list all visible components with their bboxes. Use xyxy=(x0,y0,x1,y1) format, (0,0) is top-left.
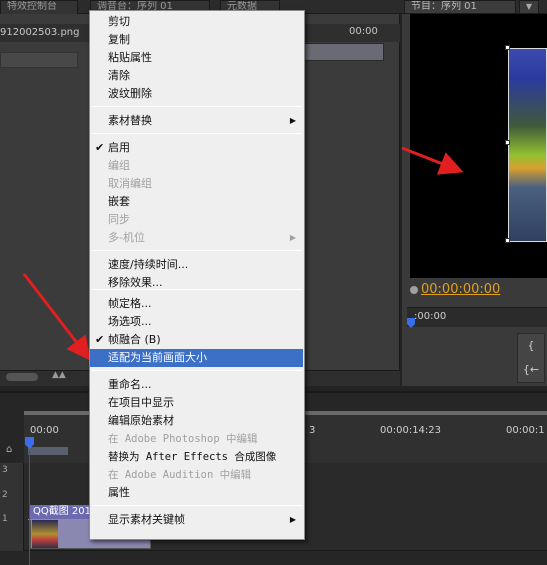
menu-item-12[interactable]: 速度/持续时间... xyxy=(90,256,304,274)
menu-item-4[interactable]: 波纹删除 xyxy=(90,85,304,103)
goto-in-button[interactable]: {← xyxy=(518,358,544,382)
menu-separator xyxy=(92,370,302,371)
menu-item-label: 复制 xyxy=(108,33,130,46)
effect-timeline-clip[interactable] xyxy=(300,43,384,61)
submenu-arrow-icon: ▶ xyxy=(289,515,296,524)
mountain-icon[interactable]: ▲▲ xyxy=(52,370,68,380)
submenu-arrow-icon: ▶ xyxy=(289,233,296,242)
menu-separator xyxy=(92,133,302,134)
menu-item-11: 多-机位 ▶ xyxy=(90,229,304,247)
menu-item-23: 在 Adobe Audition 中编辑 xyxy=(90,466,304,484)
work-area-range[interactable] xyxy=(28,447,68,455)
transform-handle[interactable] xyxy=(505,45,510,50)
tab-effect-controls[interactable]: 特效控制台 xyxy=(0,0,78,14)
menu-item-18[interactable]: 重命名... xyxy=(90,376,304,394)
menu-item-17[interactable]: 适配为当前画面大小 xyxy=(90,349,303,367)
menu-separator xyxy=(92,505,302,506)
program-dropdown-icon[interactable]: ▼ xyxy=(519,0,539,14)
clip-context-menu: 剪切 复制 粘贴属性 清除 波纹删除 素材替换 ▶ 启用 ✔ 编组 取消编组 嵌套 同步 多-机位 ▶ 速度/… xyxy=(89,10,305,540)
transform-handle[interactable] xyxy=(505,238,510,243)
ruler-tc-1: 00:00:14:23 xyxy=(380,425,442,436)
menu-item-label: 场选项... xyxy=(108,315,152,328)
program-timecode[interactable]: 00:00:00:00 xyxy=(421,282,500,297)
menu-item-label: 波纹删除 xyxy=(108,87,152,100)
program-frame-image[interactable] xyxy=(508,48,547,242)
menu-item-21: 在 Adobe Photoshop 中编辑 xyxy=(90,430,304,448)
program-mini-ruler[interactable]: :00:00 xyxy=(407,307,547,327)
submenu-arrow-icon: ▶ xyxy=(289,116,296,125)
menu-item-label: 在 Adobe Photoshop 中编辑 xyxy=(108,433,258,445)
track-label-2: 2 xyxy=(2,490,8,500)
menu-item-label: 启用 xyxy=(108,141,130,154)
menu-item-7: 编组 xyxy=(90,157,304,175)
menu-item-label: 多-机位 xyxy=(108,231,145,244)
menu-item-label: 素材替换 xyxy=(108,114,152,127)
track-label-3: 3 xyxy=(2,465,8,475)
effect-timecode: 00:00 xyxy=(349,26,378,37)
menu-item-label: 帧定格... xyxy=(108,297,152,310)
ruler-tc-mid: 3 xyxy=(309,425,316,436)
ruler-tc-start: 00:00 xyxy=(30,425,59,436)
menu-item-label: 清除 xyxy=(108,69,130,82)
ruler-tc-2: 00:00:1 xyxy=(506,425,545,436)
program-timecode-row: 00:00:00:00 xyxy=(410,282,547,300)
menu-item-label: 重命名... xyxy=(108,378,152,391)
menu-item-label: 同步 xyxy=(108,213,130,226)
menu-item-20[interactable]: 编辑原始素材 xyxy=(90,412,304,430)
record-dot-icon xyxy=(410,286,418,294)
menu-item-9[interactable]: 嵌套 xyxy=(90,193,304,211)
menu-item-label: 在 Adobe Audition 中编辑 xyxy=(108,469,252,481)
menu-item-1[interactable]: 复制 xyxy=(90,31,304,49)
mini-ruler-timecode: :00:00 xyxy=(414,311,447,322)
menu-item-label: 帧融合 (B) xyxy=(108,333,161,346)
menu-item-label: 剪切 xyxy=(108,15,130,28)
menu-item-22[interactable]: 替换为 After Effects 合成图像 xyxy=(90,448,304,466)
menu-item-3[interactable]: 清除 xyxy=(90,67,304,85)
menu-item-13[interactable]: 移除效果... xyxy=(90,274,304,292)
menu-separator xyxy=(92,250,302,251)
menu-item-24[interactable]: 属性 xyxy=(90,484,304,502)
menu-item-label: 适配为当前画面大小 xyxy=(108,351,207,364)
property-row[interactable] xyxy=(0,52,78,68)
menu-item-10: 同步 xyxy=(90,211,304,229)
menu-item-6[interactable]: 启用 ✔ xyxy=(90,139,304,157)
menu-separator xyxy=(92,106,302,107)
track-header[interactable] xyxy=(0,505,24,551)
menu-item-19[interactable]: 在项目中显示 xyxy=(90,394,304,412)
menu-item-2[interactable]: 粘贴属性 xyxy=(90,49,304,67)
transform-handle[interactable] xyxy=(505,140,510,145)
menu-item-14[interactable]: 帧定格... xyxy=(90,295,304,313)
checkmark-icon: ✔ xyxy=(95,333,105,346)
menu-item-25[interactable]: 显示素材关键帧 ▶ xyxy=(90,511,304,529)
playhead-line[interactable] xyxy=(29,449,30,565)
menu-item-5[interactable]: 素材替换 ▶ xyxy=(90,112,304,130)
menu-item-15[interactable]: 场选项... xyxy=(90,313,304,331)
track-label-1: 1 xyxy=(2,514,8,524)
menu-item-label: 速度/持续时间... xyxy=(108,258,189,271)
menu-item-label: 在项目中显示 xyxy=(108,396,174,409)
menu-item-8: 取消编组 xyxy=(90,175,304,193)
menu-item-label: 替换为 After Effects 合成图像 xyxy=(108,451,277,463)
mark-in-button[interactable]: { xyxy=(518,334,544,358)
menu-item-0[interactable]: 剪切 xyxy=(90,13,304,31)
home-icon[interactable]: ⌂ xyxy=(6,444,18,456)
zoom-slider[interactable] xyxy=(6,373,38,381)
menu-item-label: 移除效果... xyxy=(108,276,163,289)
menu-item-label: 嵌套 xyxy=(108,195,130,208)
program-controls: { {← xyxy=(517,333,545,383)
menu-item-label: 显示素材关键帧 xyxy=(108,513,185,526)
clip-filename: 912002503.png xyxy=(0,27,80,38)
menu-item-label: 属性 xyxy=(108,486,130,499)
clip-thumbnail xyxy=(32,520,58,548)
menu-item-label: 粘贴属性 xyxy=(108,51,152,64)
checkmark-icon: ✔ xyxy=(95,141,105,154)
menu-item-16[interactable]: 帧融合 (B) ✔ xyxy=(90,331,304,349)
tab-program[interactable]: 节目：序列 01 xyxy=(404,0,516,14)
menu-item-label: 编辑原始素材 xyxy=(108,414,174,427)
menu-item-label: 编组 xyxy=(108,159,130,172)
menu-item-label: 取消编组 xyxy=(108,177,152,190)
